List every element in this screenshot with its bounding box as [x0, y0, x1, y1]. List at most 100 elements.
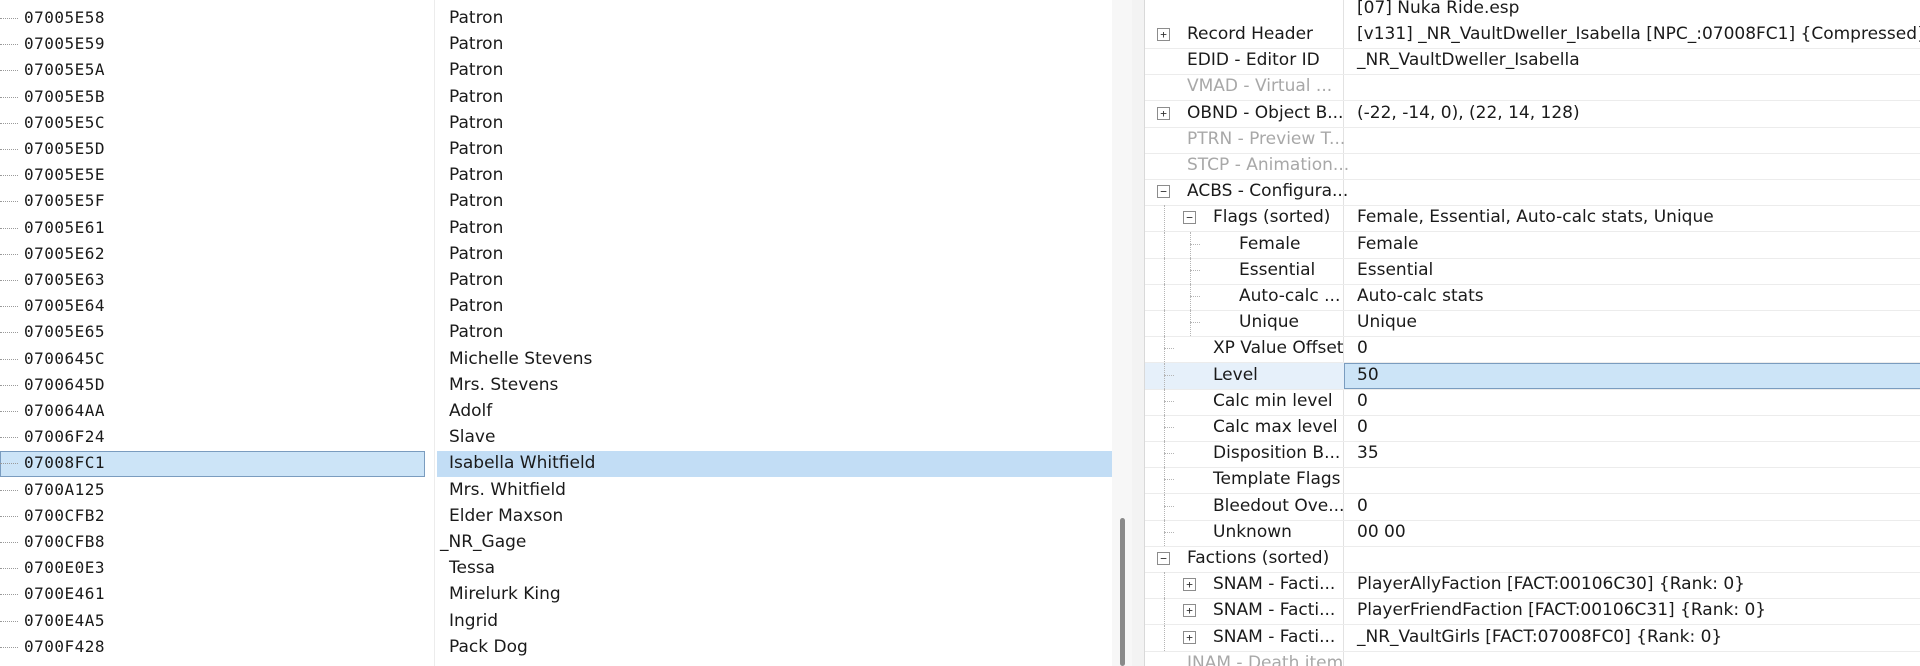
record-field-row[interactable]: − ACBS - Configura...	[1145, 179, 1920, 207]
record-row[interactable]: 07005E64 Patron	[0, 294, 1112, 320]
field-label: VMAD - Virtual ...	[1187, 76, 1333, 97]
tree-guide-line	[1164, 493, 1165, 520]
field-value[interactable]: PlayerAllyFaction [FACT:00106C30] {Rank:…	[1357, 574, 1745, 594]
tree-connector	[0, 568, 18, 570]
field-value[interactable]: 0	[1357, 496, 1368, 516]
record-row[interactable]: 07005E63 Patron	[0, 268, 1112, 294]
record-field-row-focused[interactable]: Level 50	[1145, 362, 1920, 390]
record-field-row[interactable]: Essential Essential	[1145, 257, 1920, 285]
record-row[interactable]: 0700A125 Mrs. Whitfield	[0, 478, 1112, 504]
record-row[interactable]: 07005E65 Patron	[0, 320, 1112, 346]
record-row[interactable]: 07005E5F Patron	[0, 189, 1112, 215]
field-label: Essential	[1239, 259, 1316, 280]
scrollbar-thumb[interactable]	[1120, 518, 1125, 666]
record-field-row[interactable]: + SNAM - Facti... PlayerAllyFaction [FACT:…	[1145, 572, 1920, 600]
record-name-cell: Slave	[449, 427, 496, 448]
record-field-row[interactable]: − Factions (sorted)	[1145, 546, 1920, 573]
expand-icon[interactable]: +	[1183, 578, 1196, 592]
record-field-row[interactable]: EDID - Editor ID _NR_VaultDweller_Isabell…	[1145, 48, 1920, 76]
record-row[interactable]: 07005E59 Patron	[0, 32, 1112, 58]
field-value[interactable]: Auto-calc stats	[1357, 286, 1484, 306]
record-row[interactable]: 07005E58 Patron	[0, 6, 1112, 32]
record-field-row[interactable]: Unknown 00 00	[1145, 519, 1920, 547]
field-value[interactable]: (-22, -14, 0), (22, 14, 128)	[1357, 103, 1580, 123]
record-view[interactable]: [07] Nuka Ride.esp + Record Header [v131] …	[1145, 0, 1920, 666]
record-field-row[interactable]: INAM - Death item	[1145, 651, 1920, 666]
record-field-row[interactable]: STCP - Animation...	[1145, 153, 1920, 180]
tree-guide-line	[1190, 231, 1191, 258]
record-field-row[interactable]: + SNAM - Facti... PlayerFriendFaction [FAC…	[1145, 598, 1920, 626]
tree-branch-line	[1164, 505, 1174, 507]
field-value[interactable]: Essential	[1357, 260, 1433, 280]
record-row[interactable]: 0700E0E3 Tessa	[0, 556, 1112, 582]
expand-icon[interactable]: +	[1183, 630, 1196, 644]
tree-connector	[0, 411, 18, 412]
record-name-cell: Patron	[449, 60, 504, 81]
record-list-scrollbar[interactable]	[1112, 0, 1132, 666]
record-row[interactable]: 07005E61 Patron	[0, 216, 1112, 242]
record-row[interactable]: 07006F24 Slave	[0, 425, 1112, 451]
record-row[interactable]: 07005E5D Patron	[0, 137, 1112, 163]
record-row[interactable]: 07005E5E Patron	[0, 163, 1112, 189]
record-field-row[interactable]: PTRN - Preview T...	[1145, 127, 1920, 154]
record-row[interactable]: 0700CFB2 Elder Maxson	[0, 504, 1112, 530]
record-row[interactable]: 0700645C Michelle Stevens	[0, 347, 1112, 373]
tree-branch-line	[1164, 479, 1174, 481]
field-value[interactable]: 35	[1357, 443, 1379, 463]
record-row[interactable]: 07005E5C Patron	[0, 111, 1112, 137]
field-value[interactable]: PlayerFriendFaction [FACT:00106C31] {Ran…	[1357, 600, 1766, 620]
record-row[interactable]: 0700CFB8 _NR_Gage	[0, 530, 1112, 556]
record-field-row[interactable]: Calc max level 0	[1145, 415, 1920, 442]
field-value[interactable]: 0	[1357, 391, 1368, 411]
collapse-icon[interactable]: −	[1157, 552, 1170, 565]
record-field-row[interactable]: XP Value Offset 0	[1145, 336, 1920, 364]
tree-connector	[0, 18, 18, 19]
field-value[interactable]: 50	[1357, 365, 1379, 385]
field-value[interactable]: Female	[1357, 234, 1418, 254]
record-name-cell: _NR_Gage	[440, 532, 527, 552]
field-value[interactable]: Unique	[1357, 312, 1417, 332]
record-row[interactable]: 0700645D Mrs. Stevens	[0, 373, 1112, 399]
record-field-row[interactable]: VMAD - Virtual ...	[1145, 74, 1920, 102]
record-field-row[interactable]: Disposition B... 35	[1145, 441, 1920, 469]
field-label: Auto-calc ...	[1239, 286, 1341, 306]
expand-icon[interactable]: +	[1183, 604, 1196, 618]
record-field-row[interactable]: Female Female	[1145, 231, 1920, 259]
field-value[interactable]: Female, Essential, Auto-calc stats, Uniq…	[1357, 207, 1714, 227]
record-field-row[interactable]: Auto-calc ... Auto-calc stats	[1145, 284, 1920, 311]
record-list[interactable]: 07005E58 Patron 07005E59 Patron 07005E5A Patr…	[0, 0, 1112, 666]
form-id-cell: 07005E5B	[24, 86, 106, 106]
tree-connector	[0, 96, 18, 98]
record-field-row[interactable]: Bleedout Ove... 0	[1145, 493, 1920, 521]
record-row[interactable]: 0700E4A5 Ingrid	[0, 609, 1112, 635]
expand-icon[interactable]: +	[1157, 106, 1170, 120]
field-value[interactable]: _NR_VaultDweller_Isabella	[1357, 50, 1580, 70]
record-field-row[interactable]: Unique Unique	[1145, 310, 1920, 338]
record-field-row[interactable]: Template Flags	[1145, 467, 1920, 495]
field-label: Bleedout Ove...	[1213, 495, 1345, 516]
record-row[interactable]: 07005E5B Patron	[0, 85, 1112, 111]
tree-connector	[0, 227, 18, 229]
expand-icon[interactable]: +	[1157, 28, 1170, 41]
collapse-icon[interactable]: −	[1183, 211, 1196, 225]
field-value[interactable]: 0	[1357, 417, 1368, 437]
record-row[interactable]: 07005E5A Patron	[0, 58, 1112, 84]
field-value[interactable]: [v131] _NR_VaultDweller_Isabella [NPC_:0…	[1357, 24, 1920, 44]
pane-splitter[interactable]	[1132, 0, 1145, 666]
record-field-row[interactable]: − Flags (sorted) Female, Essential, Auto-c…	[1145, 205, 1920, 233]
record-field-row[interactable]: + Record Header [v131] _NR_VaultDweller_Is…	[1145, 22, 1920, 49]
collapse-icon[interactable]: −	[1157, 185, 1170, 199]
record-row[interactable]: 0700F428 Pack Dog	[0, 635, 1112, 661]
field-value[interactable]: 0	[1357, 338, 1368, 358]
record-field-row[interactable]: + OBND - Object B... (-22, -14, 0), (22, 1…	[1145, 101, 1920, 128]
record-row-selected[interactable]: 07008FC1 Isabella Whitfield	[0, 451, 1112, 478]
record-row[interactable]: 07005E62 Patron	[0, 242, 1112, 268]
field-value[interactable]: _NR_VaultGirls [FACT:07008FC0] {Rank: 0}	[1357, 627, 1722, 647]
record-name-cell: Mirelurk King	[449, 584, 561, 605]
record-row[interactable]: 070064AA Adolf	[0, 399, 1112, 425]
field-value[interactable]: 00 00	[1357, 522, 1406, 542]
form-id-cell: 0700F428	[24, 636, 106, 656]
record-field-row[interactable]: + SNAM - Facti... _NR_VaultGirls [FACT:070…	[1145, 624, 1920, 652]
record-field-row[interactable]: Calc min level 0	[1145, 388, 1920, 416]
record-row[interactable]: 0700E461 Mirelurk King	[0, 582, 1112, 608]
